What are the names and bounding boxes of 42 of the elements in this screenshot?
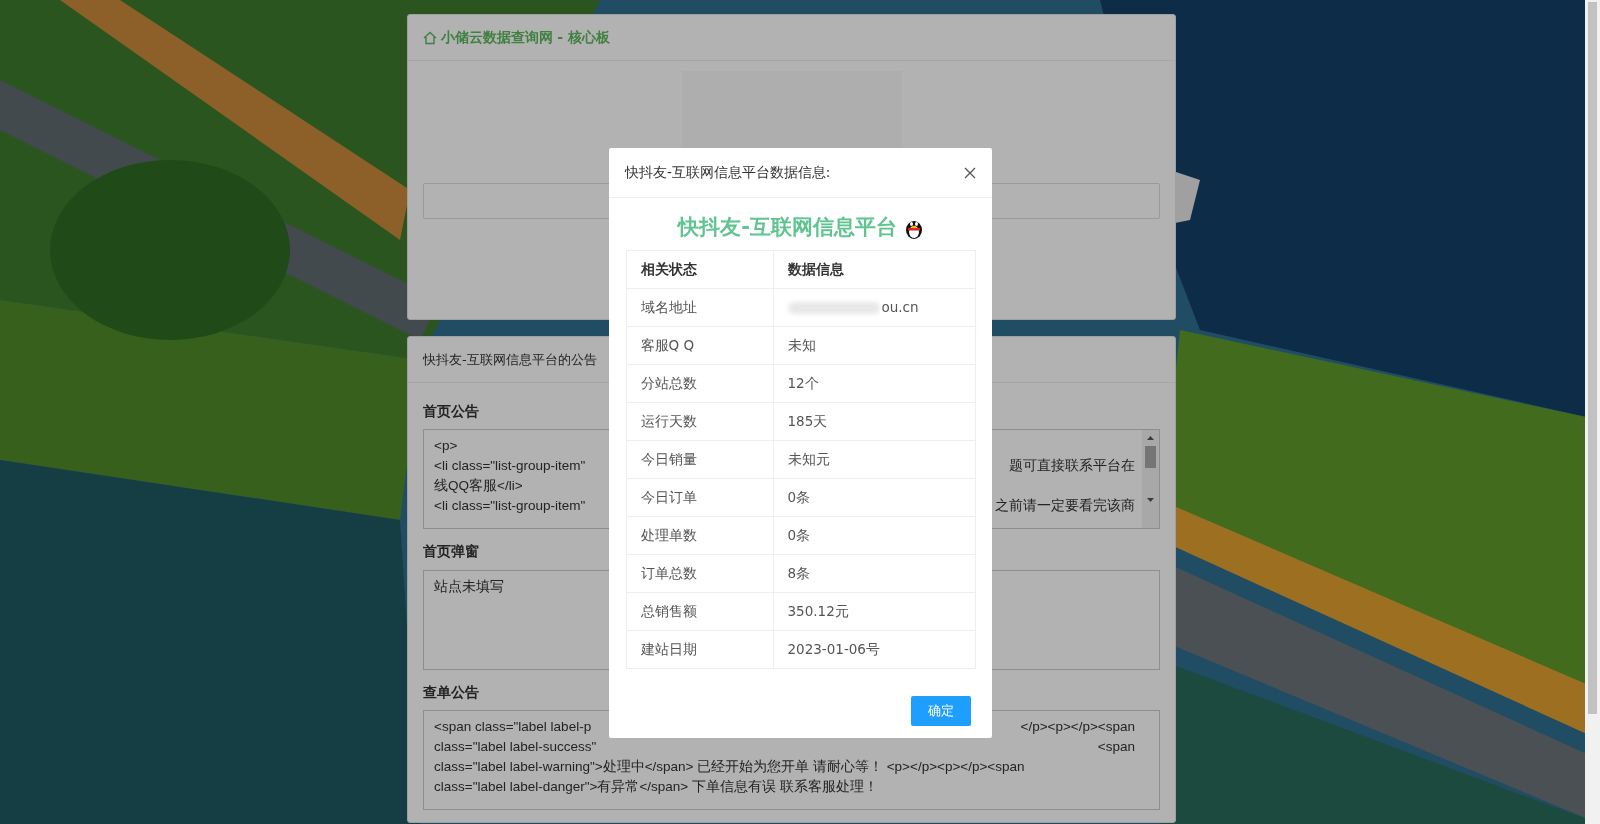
table-cell: 处理单数 [626, 516, 773, 554]
table-cell: 185天 [787, 412, 828, 429]
text-line: <li class="list-group-item" [434, 497, 586, 516]
column-header: 数据信息 [773, 250, 975, 288]
text-line: 题可直接联系平台在 [1009, 457, 1136, 476]
section-label: 查单公告 [423, 682, 479, 702]
text-line: <span class="label label-p [434, 717, 592, 736]
table-cell: 分站总数 [626, 364, 773, 402]
table-cell: 0条 [787, 526, 811, 543]
section-label: 首页弹窗 [423, 542, 479, 562]
table-cell: 域名地址 [626, 288, 773, 326]
table-cell: 未知 [787, 336, 816, 353]
table-cell: 订单总数 [626, 554, 773, 592]
platform-heading: 快抖友-互联网信息平台 [678, 214, 897, 241]
column-header: 相关状态 [626, 250, 773, 288]
modal-title: 快抖友-互联网信息平台数据信息: [625, 163, 831, 183]
text-line: <span [1097, 737, 1136, 756]
text-line: 线QQ客服</li> [434, 477, 523, 496]
text-line: <p> [434, 437, 458, 456]
table-cell: 350.12元 [787, 602, 849, 619]
table-cell: 12个 [787, 374, 819, 391]
table-cell: 0条 [787, 488, 811, 505]
table-cell: 建站日期 [626, 630, 773, 668]
table-cell: 运行天数 [626, 402, 773, 440]
table-cell: 2023-01-06号 [787, 640, 880, 657]
table-cell: 今日销量 [626, 440, 773, 478]
table-cell: ou.cn [881, 298, 919, 315]
table-cell: 客服Q Q [626, 326, 773, 364]
table-cell: 未知元 [787, 450, 830, 467]
text-line: class="label label-warning">处理中</span> 已经开始为您开单 请耐心等！ <p></p><p></p><span [434, 757, 1025, 776]
table-cell: 8条 [787, 564, 811, 581]
section-label: 首页公告 [423, 402, 479, 421]
text-line: class="label label-success" [434, 737, 597, 756]
panel-title: 快抖友-互联网信息平台的公告 [423, 352, 597, 367]
text-line: class="label label-danger">有异常</span> 下单信息有误 联系客服处理！ [434, 777, 878, 796]
text-line: 站点未填写 [434, 577, 504, 596]
text-line: 之前请一定要看完该商 [995, 497, 1136, 516]
text-line: </p><p></p><span [1020, 717, 1136, 736]
text-line: <li class="list-group-item" [434, 457, 586, 476]
table-cell: 总销售额 [626, 592, 773, 630]
table-cell: 今日订单 [626, 478, 773, 516]
site-title: 小储云数据查询网 - 核心板 [440, 28, 611, 47]
